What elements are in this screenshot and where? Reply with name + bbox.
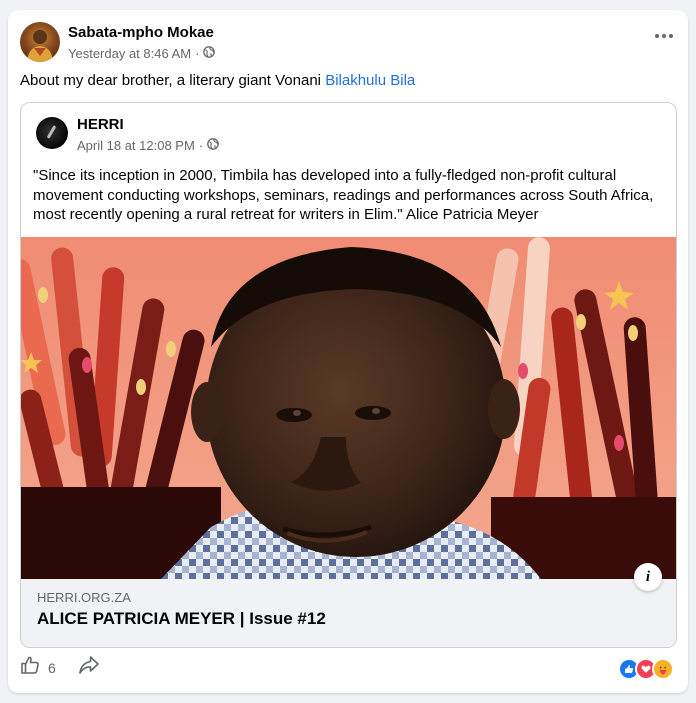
shared-post-timestamp[interactable]: April 18 at 12:08 PM: [77, 138, 195, 153]
info-icon[interactable]: i: [634, 563, 662, 591]
link-preview-image[interactable]: [21, 237, 676, 579]
link-title[interactable]: ALICE PATRICIA MEYER | Issue #12: [37, 609, 326, 629]
shared-author-avatar[interactable]: [36, 117, 68, 149]
like-count: 6: [48, 659, 56, 676]
post-meta: Yesterday at 8:46 AM ·: [68, 46, 216, 61]
thumbs-up-icon: [20, 655, 40, 680]
care-reaction-icon: [652, 658, 674, 680]
post-body: About my dear brother, a literary giant …: [20, 72, 326, 89]
tagged-person-link[interactable]: Bilakhulu Bila: [325, 72, 415, 89]
globe-icon: [207, 138, 219, 153]
link-domain: HERRI.ORG.ZA: [37, 590, 131, 605]
post-actions: 6: [20, 655, 100, 680]
meta-separator: ·: [195, 46, 200, 61]
more-options-icon[interactable]: [652, 28, 676, 44]
shared-post[interactable]: HERRI April 18 at 12:08 PM · "Since its …: [20, 102, 677, 648]
author-name[interactable]: Sabata-mpho Mokae: [68, 24, 214, 41]
shared-post-text: "Since its inception in 2000, Timbila ha…: [33, 167, 654, 223]
post-card: Sabata-mpho Mokae Yesterday at 8:46 AM ·…: [8, 10, 688, 693]
author-avatar[interactable]: [20, 22, 60, 62]
post-timestamp[interactable]: Yesterday at 8:46 AM: [68, 46, 191, 61]
post-text: About my dear brother, a literary giant …: [20, 72, 415, 89]
like-button[interactable]: 6: [20, 655, 56, 680]
share-icon: [78, 655, 100, 680]
shared-author-name[interactable]: HERRI: [77, 116, 124, 133]
shared-post-meta: April 18 at 12:08 PM ·: [77, 138, 219, 153]
reaction-summary[interactable]: [618, 658, 674, 680]
globe-icon: [203, 46, 216, 61]
meta-separator: ·: [198, 138, 204, 153]
share-button[interactable]: [78, 655, 100, 680]
link-preview-footer[interactable]: HERRI.ORG.ZA ALICE PATRICIA MEYER | Issu…: [21, 579, 676, 647]
